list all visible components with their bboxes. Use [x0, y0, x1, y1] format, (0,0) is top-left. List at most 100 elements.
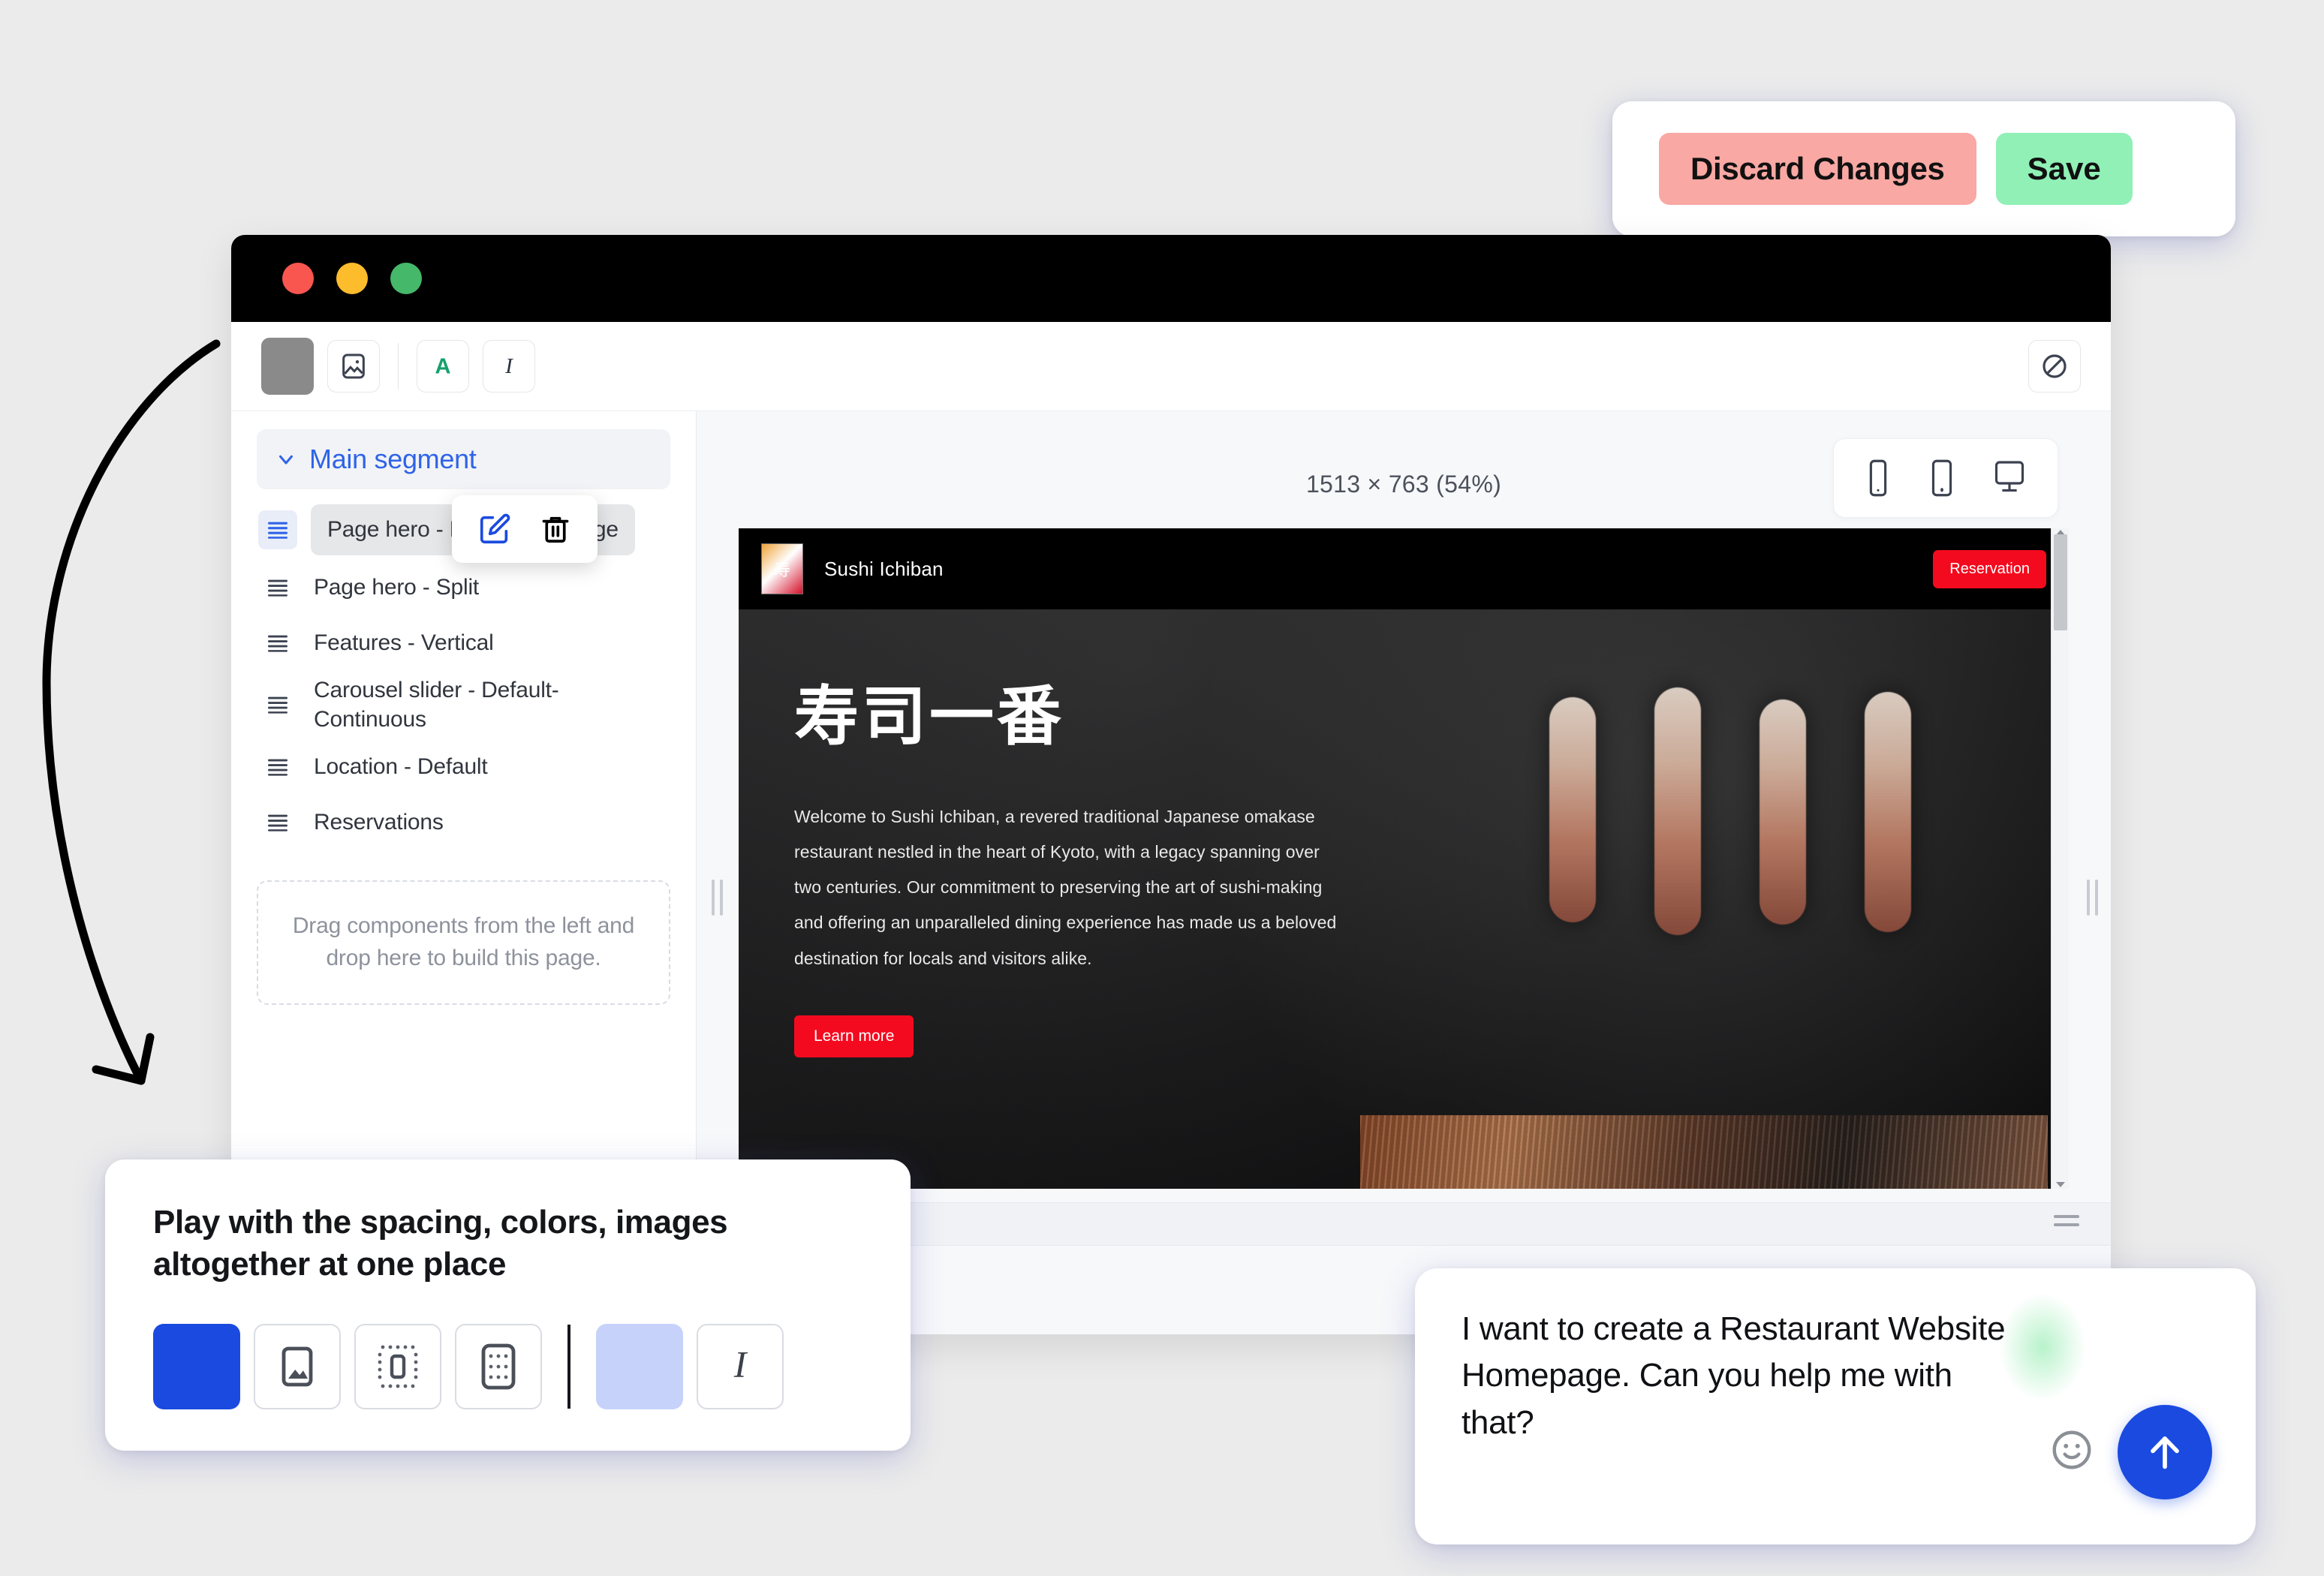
smiley-icon	[2052, 1430, 2091, 1469]
bottom-resize-handle[interactable]	[2054, 1215, 2079, 1235]
component-dropzone[interactable]: Drag components from the left and drop h…	[257, 880, 670, 1005]
hero-title: 寿司一番	[794, 681, 1064, 753]
device-switcher	[1833, 438, 2058, 518]
hint-divider	[567, 1324, 570, 1409]
emoji-picker-button[interactable]	[2049, 1427, 2095, 1475]
device-desktop-button[interactable]	[1990, 457, 2029, 499]
maximize-window-dot[interactable]	[390, 263, 422, 294]
site-brand-name: Sushi Ichiban	[824, 557, 944, 580]
chat-message-text: I want to create a Restaurant Website Ho…	[1462, 1310, 2006, 1441]
component-label: Features - Vertical	[314, 630, 494, 655]
italic-icon: I	[504, 354, 513, 378]
decor-shrimp	[1549, 697, 1596, 922]
component-label: Location - Default	[314, 753, 488, 779]
device-tablet-button[interactable]	[1925, 457, 1958, 499]
padding-tile-button[interactable]	[455, 1323, 542, 1409]
prohibited-icon	[2043, 354, 2067, 378]
secondary-image-band	[1360, 1115, 2048, 1189]
svg-text:A: A	[435, 355, 451, 379]
trash-icon	[542, 516, 569, 543]
arrow-up-icon	[2151, 1436, 2179, 1469]
italic-tile-button[interactable]: I	[697, 1323, 784, 1409]
site-logo[interactable]: 寿	[761, 543, 803, 594]
component-row-page-hero-split[interactable]: Page hero - Split	[258, 560, 669, 615]
send-message-button[interactable]	[2118, 1405, 2212, 1499]
margin-spacing-icon	[378, 1345, 418, 1388]
site-preview[interactable]: 寿 Sushi Ichiban Reservation 寿司一番 Welcome…	[739, 528, 2069, 1189]
screenshot-stage: Discard Changes Save A I Main segment Pa…	[0, 0, 2324, 1576]
main-segment-label: Main segment	[309, 444, 477, 474]
toolbar-divider	[398, 343, 399, 389]
site-reservation-button[interactable]: Reservation	[1933, 549, 2046, 588]
canvas-topbar: 1513 × 763 (54%)	[697, 438, 2111, 528]
decor-shrimp	[1654, 687, 1701, 935]
italic-icon: I	[733, 1344, 748, 1385]
chat-prompt-card: I want to create a Restaurant Website Ho…	[1415, 1268, 2256, 1544]
preview-vertical-scrollbar[interactable]	[2051, 528, 2069, 1189]
primary-color-swatch[interactable]	[153, 1323, 240, 1409]
component-label: Reservations	[314, 809, 444, 835]
letter-a-icon: A	[435, 355, 451, 379]
save-button[interactable]: Save	[1995, 133, 2133, 205]
browser-titlebar	[231, 235, 2111, 322]
hero-body-text: Welcome to Sushi Ichiban, a revered trad…	[794, 807, 1337, 968]
components-list: Page hero - Full-Width-Image	[257, 495, 670, 850]
decor-shrimp	[1760, 699, 1806, 925]
component-row-actions	[452, 495, 598, 563]
component-label: Page hero - Split	[314, 574, 480, 600]
dropzone-text: Drag components from the left and drop h…	[292, 913, 635, 970]
monitor-icon	[1994, 461, 2024, 492]
close-window-dot[interactable]	[282, 263, 314, 294]
image-icon	[342, 353, 365, 379]
svg-text:I: I	[504, 354, 513, 378]
padding-spacing-icon	[481, 1343, 516, 1390]
decor-shrimp	[1865, 692, 1911, 932]
tablet-icon	[1931, 459, 1952, 497]
hint-tiles-row: I	[153, 1323, 862, 1409]
minimize-window-dot[interactable]	[336, 263, 368, 294]
hero-learn-more-button[interactable]: Learn more	[794, 1015, 914, 1057]
chevron-down-icon	[275, 448, 297, 471]
main-segment-header[interactable]: Main segment	[257, 429, 670, 489]
left-resize-handle[interactable]	[709, 877, 725, 918]
text-color-button[interactable]: A	[417, 340, 469, 392]
component-label: Carousel slider - Default-Continuous	[314, 677, 559, 732]
pencil-square-icon	[480, 513, 510, 544]
delete-component-button[interactable]	[539, 512, 572, 546]
hero-content: 寿司一番 Welcome to Sushi Ichiban, a revered…	[794, 663, 1350, 1057]
drag-handle-icon[interactable]	[258, 747, 297, 786]
component-row-carousel-slider[interactable]: Carousel slider - Default-Continuous	[258, 671, 669, 739]
right-resize-handle[interactable]	[2084, 877, 2100, 918]
image-tile-button[interactable]	[254, 1323, 341, 1409]
image-icon	[281, 1346, 313, 1387]
no-style-button[interactable]	[2028, 340, 2081, 392]
component-row-features-vertical[interactable]: Features - Vertical	[258, 615, 669, 671]
preview-frame-wrap: 寿 Sushi Ichiban Reservation 寿司一番 Welcome…	[711, 528, 2098, 1189]
svg-text:I: I	[733, 1344, 748, 1385]
style-hint-card: Play with the spacing, colors, images al…	[105, 1159, 911, 1451]
component-row-location-default[interactable]: Location - Default	[258, 739, 669, 795]
save-bar-card: Discard Changes Save	[1612, 101, 2235, 236]
site-navbar: 寿 Sushi Ichiban Reservation	[739, 528, 2069, 609]
edit-component-button[interactable]	[477, 512, 512, 546]
secondary-color-swatch[interactable]	[596, 1323, 683, 1409]
margin-tile-button[interactable]	[354, 1323, 441, 1409]
phone-icon	[1869, 459, 1887, 497]
background-color-swatch[interactable]	[261, 338, 314, 395]
scroll-down-arrow-icon[interactable]	[2056, 1182, 2065, 1187]
device-mobile-button[interactable]	[1862, 457, 1894, 499]
drag-handle-icon[interactable]	[258, 510, 297, 549]
canvas-zoom-label: 1513 × 763 (54%)	[1305, 470, 1502, 498]
component-row-page-hero-full-width-image[interactable]: Page hero - Full-Width-Image	[258, 495, 669, 563]
drag-handle-icon[interactable]	[258, 803, 297, 842]
component-row-reservations[interactable]: Reservations	[258, 795, 669, 850]
background-image-button[interactable]	[327, 340, 380, 392]
italic-button[interactable]: I	[483, 340, 535, 392]
scrollbar-thumb[interactable]	[2054, 534, 2067, 630]
drag-handle-icon[interactable]	[258, 624, 297, 663]
editor-toolbar: A I	[231, 322, 2111, 411]
hint-title: Play with the spacing, colors, images al…	[153, 1204, 728, 1283]
drag-handle-icon[interactable]	[258, 685, 297, 724]
discard-changes-button[interactable]: Discard Changes	[1659, 133, 1976, 205]
drag-handle-icon[interactable]	[258, 568, 297, 607]
